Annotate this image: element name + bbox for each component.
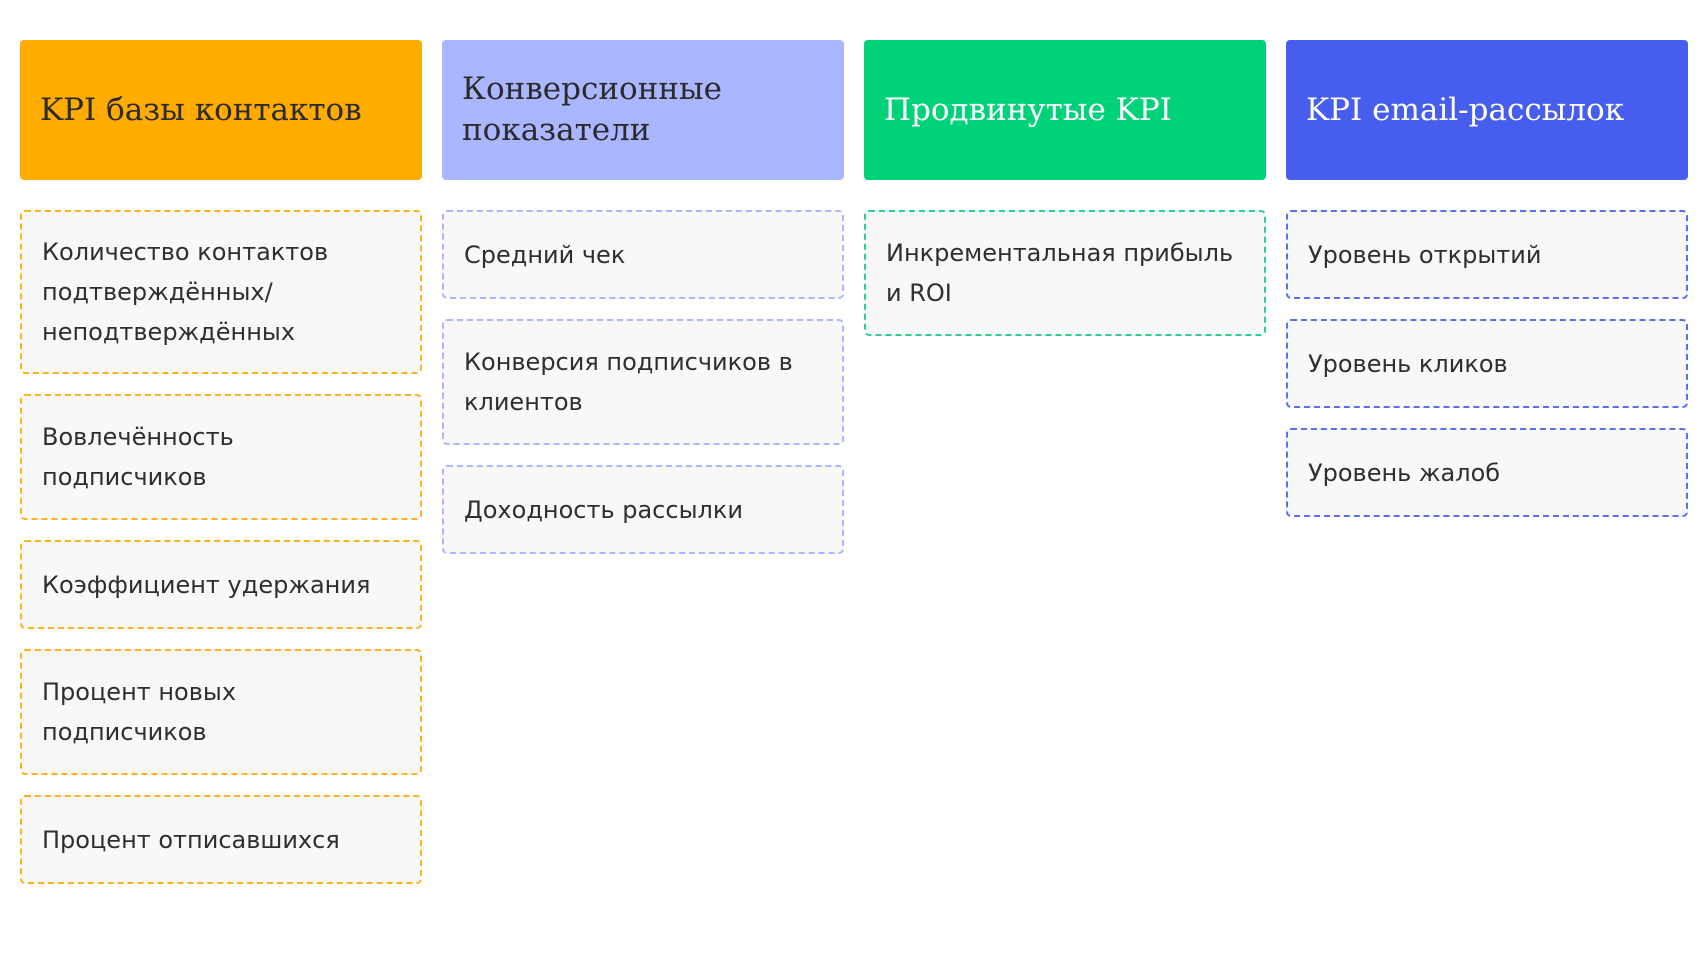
kpi-card-label: Количество контактов подтверждённых/ неп… (42, 238, 329, 346)
column-title: Конверсионные показатели (462, 71, 722, 148)
column-contact-base-kpi: KPI базы контактов Количество контактов … (20, 40, 422, 884)
card-list: Средний чек Конверсия подписчиков в клие… (442, 210, 844, 554)
column-title: KPI базы контактов (40, 91, 362, 128)
kpi-card: Коэффициент удержания (20, 540, 422, 629)
column-header: Конверсионные показатели (442, 40, 844, 180)
kpi-card: Уровень открытий (1286, 210, 1688, 299)
kpi-card: Средний чек (442, 210, 844, 299)
column-title: KPI email-рассылок (1306, 91, 1625, 128)
card-list: Уровень открытий Уровень кликов Уровень … (1286, 210, 1688, 517)
kpi-card-label: Доходность рассылки (464, 495, 743, 524)
kpi-card: Доходность рассылки (442, 465, 844, 554)
kpi-card: Конверсия подписчиков в клиентов (442, 319, 844, 445)
column-header: Продвинутые KPI (864, 40, 1266, 180)
kpi-card-label: Вовлечённость подписчиков (42, 423, 234, 491)
kpi-card: Уровень жалоб (1286, 428, 1688, 517)
card-list: Количество контактов подтверждённых/ неп… (20, 210, 422, 884)
column-advanced-kpi: Продвинутые KPI Инкрементальная прибыль … (864, 40, 1266, 884)
kpi-card-label: Процент отписавшихся (42, 825, 340, 854)
column-title: Продвинутые KPI (884, 91, 1172, 128)
kpi-card: Инкрементальная прибыль и ROI (864, 210, 1266, 336)
column-email-kpi: KPI email-рассылок Уровень открытий Уров… (1286, 40, 1688, 884)
column-conversion-metrics: Конверсионные показатели Средний чек Кон… (442, 40, 844, 884)
kpi-board: KPI базы контактов Количество контактов … (20, 40, 1688, 884)
kpi-card: Процент отписавшихся (20, 795, 422, 884)
kpi-card-label: Конверсия подписчиков в клиентов (464, 348, 793, 416)
kpi-card: Вовлечённость подписчиков (20, 394, 422, 520)
kpi-card-label: Уровень кликов (1308, 349, 1508, 378)
card-list: Инкрементальная прибыль и ROI (864, 210, 1266, 336)
kpi-card: Процент новых подписчиков (20, 649, 422, 775)
column-header: KPI email-рассылок (1286, 40, 1688, 180)
kpi-card: Количество контактов подтверждённых/ неп… (20, 210, 422, 374)
kpi-card-label: Средний чек (464, 240, 626, 269)
kpi-card-label: Процент новых подписчиков (42, 678, 237, 746)
kpi-card: Уровень кликов (1286, 319, 1688, 408)
kpi-card-label: Уровень жалоб (1308, 458, 1501, 487)
kpi-card-label: Коэффициент удержания (42, 570, 371, 599)
column-header: KPI базы контактов (20, 40, 422, 180)
kpi-card-label: Инкрементальная прибыль и ROI (886, 239, 1234, 307)
kpi-card-label: Уровень открытий (1308, 240, 1542, 269)
